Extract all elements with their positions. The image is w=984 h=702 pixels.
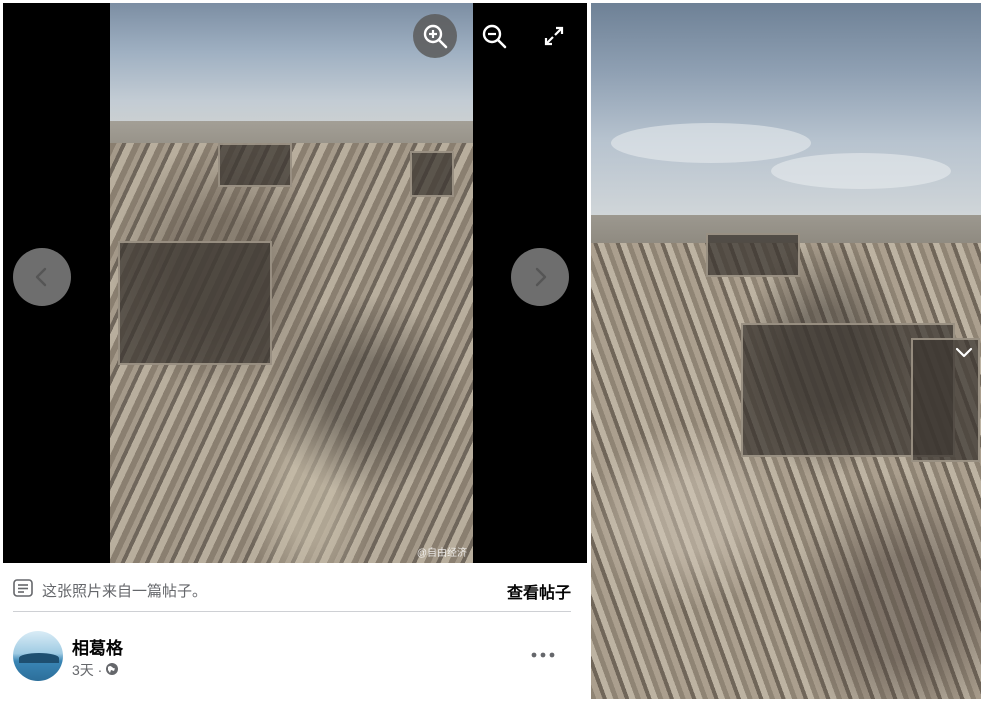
author-row: 相葛格 3天 ·	[3, 620, 587, 702]
ruined-building	[706, 233, 800, 277]
avatar[interactable]	[13, 631, 63, 681]
fullscreen-icon	[544, 26, 564, 46]
rubble-photo-large	[591, 3, 981, 699]
fullscreen-button[interactable]	[532, 14, 576, 58]
chevron-down-icon	[955, 347, 973, 358]
photo-rubble	[591, 243, 981, 699]
chevron-left-icon	[35, 267, 47, 287]
ruined-building	[218, 143, 292, 187]
post-meta: 3天 ·	[72, 660, 119, 680]
author-name[interactable]: 相葛格	[72, 634, 123, 659]
zoom-out-icon	[482, 24, 507, 49]
zoom-in-button[interactable]	[413, 14, 457, 58]
photo-sky	[591, 3, 981, 233]
more-options-button[interactable]	[525, 640, 561, 670]
divider	[13, 611, 571, 612]
ruined-building	[118, 241, 272, 365]
view-post-link[interactable]: 查看帖子	[507, 579, 571, 603]
zoom-in-icon	[423, 24, 448, 49]
zoom-out-button[interactable]	[472, 14, 516, 58]
post-time[interactable]: 3天 ·	[72, 660, 102, 680]
expand-button[interactable]	[950, 339, 978, 367]
photo-watermark: @自由经济	[416, 548, 467, 559]
next-photo-button[interactable]	[511, 248, 569, 306]
rubble-photo: @自由经济	[110, 3, 473, 563]
previous-photo-button[interactable]	[13, 248, 71, 306]
post-info-bar: 这张照片来自一篇帖子。 查看帖子	[3, 564, 587, 612]
ruined-building	[410, 151, 454, 197]
photo-viewer: @自由经济	[3, 3, 587, 563]
chevron-right-icon	[535, 267, 547, 287]
post-document-icon	[13, 579, 33, 602]
post-info-text: 这张照片来自一篇帖子。	[42, 583, 208, 600]
globe-icon	[105, 662, 119, 679]
more-dots-icon	[531, 652, 555, 658]
